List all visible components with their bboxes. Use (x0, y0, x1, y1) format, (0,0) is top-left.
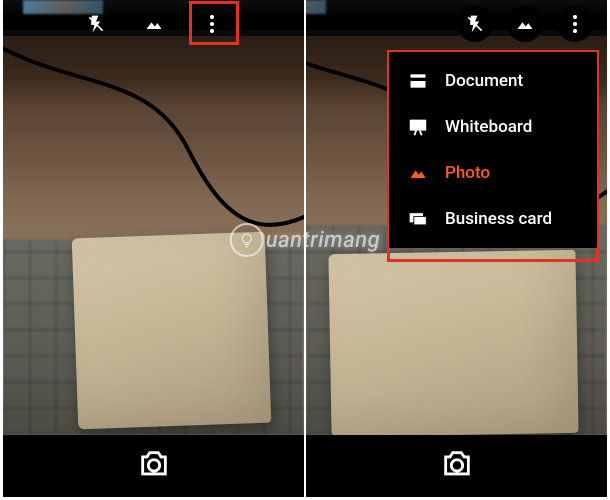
scene-paper (72, 232, 271, 430)
side-by-side-container: Document Whiteboard Photo Business card (3, 0, 607, 497)
capture-mode-button[interactable] (507, 6, 543, 42)
menu-item-label: Business card (445, 209, 552, 229)
menu-item-document[interactable]: Document (389, 58, 597, 104)
menu-item-label: Document (445, 71, 523, 91)
capture-mode-button[interactable] (136, 6, 172, 42)
scene-paper (329, 250, 579, 437)
top-controls (306, 6, 607, 42)
whiteboard-icon (405, 116, 431, 138)
scene-wire (3, 30, 304, 230)
menu-item-business-card[interactable]: Business card (389, 196, 597, 242)
business-card-icon (405, 208, 431, 230)
menu-item-label: Photo (445, 163, 490, 183)
flash-toggle-button[interactable] (78, 6, 114, 42)
menu-item-photo[interactable]: Photo (389, 150, 597, 196)
menu-item-label: Whiteboard (445, 117, 532, 137)
more-icon (573, 15, 577, 19)
camera-viewport (3, 0, 304, 435)
capture-mode-menu: Document Whiteboard Photo Business card (389, 52, 597, 248)
more-options-button[interactable] (557, 6, 593, 42)
image-mode-icon (144, 14, 164, 34)
right-screenshot: Document Whiteboard Photo Business card (306, 0, 607, 497)
shutter-button[interactable] (440, 447, 474, 485)
bottom-bar (306, 435, 607, 497)
photo-icon (405, 162, 431, 184)
menu-item-whiteboard[interactable]: Whiteboard (389, 104, 597, 150)
left-screenshot (3, 0, 304, 497)
flash-off-icon (86, 14, 106, 34)
flash-toggle-button[interactable] (457, 6, 493, 42)
camera-icon (440, 447, 474, 481)
camera-icon (137, 447, 171, 481)
bottom-bar (3, 435, 304, 497)
highlight-frame-mode-button (189, 1, 239, 45)
top-controls (3, 6, 304, 42)
document-icon (405, 70, 431, 92)
shutter-button[interactable] (137, 447, 171, 485)
flash-off-icon (465, 14, 485, 34)
image-mode-icon (515, 14, 535, 34)
